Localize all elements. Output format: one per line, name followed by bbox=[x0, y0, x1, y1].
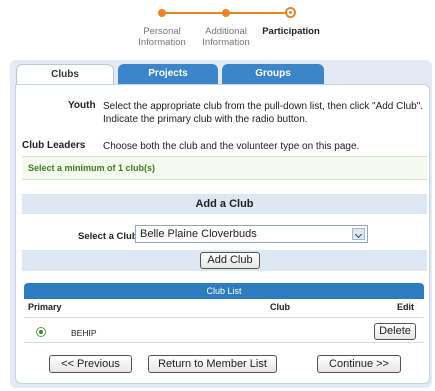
youth-label: Youth bbox=[68, 100, 96, 111]
column-header-primary: Primary bbox=[28, 302, 62, 312]
club-leaders-instructions: Choose both the club and the volunteer t… bbox=[103, 141, 360, 152]
step-dot-participation bbox=[285, 7, 296, 18]
club-select[interactable]: Belle Plaine Cloverbuds bbox=[135, 225, 368, 243]
select-club-label: Select a Club: bbox=[78, 231, 141, 242]
step-dot-additional bbox=[222, 9, 230, 17]
club-name-cell: BEHIP bbox=[71, 328, 97, 338]
add-club-button[interactable]: Add Club bbox=[200, 252, 260, 269]
delete-button[interactable]: Delete bbox=[374, 323, 416, 340]
youth-instructions: Select the appropriate club from the pul… bbox=[103, 100, 428, 126]
step-label-line: Additional bbox=[205, 26, 247, 37]
step-label-participation: Participation bbox=[256, 26, 326, 37]
step-label-additional: Additional Information bbox=[191, 26, 261, 48]
tab-clubs[interactable]: Clubs bbox=[16, 64, 114, 86]
minimum-club-message: Select a minimum of 1 club(s) bbox=[22, 156, 427, 180]
add-club-header: Add a Club bbox=[22, 194, 427, 214]
column-header-edit: Edit bbox=[397, 302, 414, 312]
tab-groups[interactable]: Groups bbox=[222, 64, 324, 84]
step-label-line: Participation bbox=[262, 26, 320, 37]
youth-text-line: Select the appropriate club from the pul… bbox=[103, 101, 424, 112]
progress-steps: Personal Information Additional Informat… bbox=[0, 0, 435, 56]
youth-text-line: Indicate the primary club with the radio… bbox=[103, 114, 308, 125]
column-header-club: Club bbox=[270, 302, 290, 312]
primary-radio[interactable] bbox=[36, 327, 46, 337]
continue-button[interactable]: Continue >> bbox=[317, 355, 401, 373]
step-label-line: Information bbox=[138, 37, 186, 48]
row-divider bbox=[24, 342, 424, 343]
club-leaders-label: Club Leaders bbox=[22, 140, 86, 151]
step-dot-personal bbox=[158, 9, 166, 17]
club-list-header: Club List bbox=[24, 283, 424, 299]
column-divider bbox=[24, 317, 424, 318]
add-club-title: Add a Club bbox=[195, 198, 254, 210]
step-label-line: Information bbox=[202, 37, 250, 48]
step-label-line: Personal bbox=[143, 26, 181, 37]
tab-projects[interactable]: Projects bbox=[118, 64, 218, 84]
club-select-value: Belle Plaine Cloverbuds bbox=[140, 228, 257, 240]
chevron-down-icon[interactable] bbox=[352, 228, 365, 240]
step-label-personal: Personal Information bbox=[127, 26, 197, 48]
previous-button[interactable]: << Previous bbox=[49, 355, 132, 373]
return-to-member-list-button[interactable]: Return to Member List bbox=[148, 355, 277, 373]
